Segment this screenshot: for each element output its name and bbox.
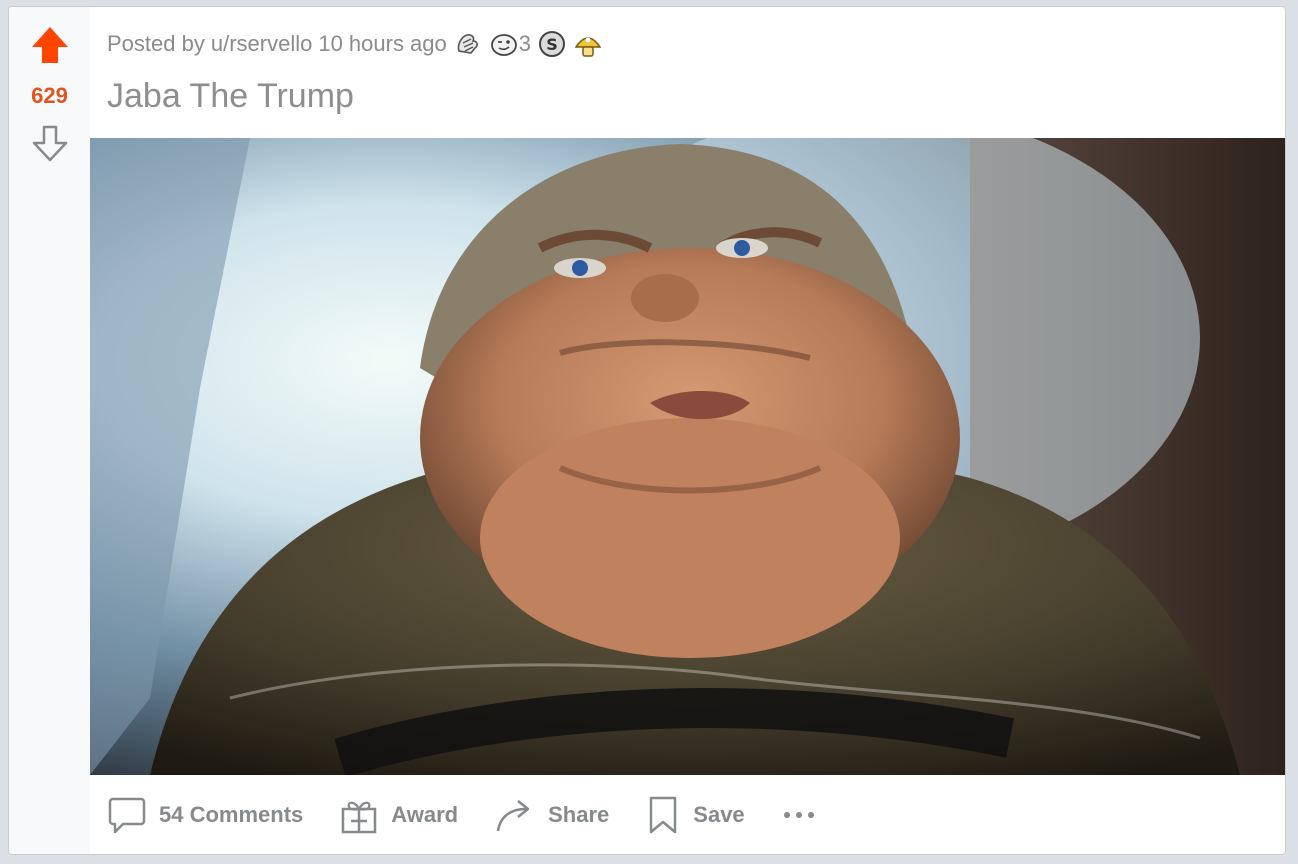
silver-s-award-icon[interactable]: S (537, 29, 567, 59)
vote-score: 629 (31, 83, 68, 108)
gift-icon (342, 801, 377, 834)
post-card[interactable]: 629 Posted by u/rservello 10 hours ago 3… (8, 6, 1286, 855)
post-time: 10 hours ago (318, 31, 447, 56)
vote-column: 629 (9, 7, 90, 854)
bookmark-icon (650, 796, 677, 834)
comments-label: 54 Comments (159, 802, 304, 827)
share-label: Share (548, 802, 610, 827)
award-label: Award (391, 802, 459, 827)
post-actions: 54 Comments Award Share Save (107, 790, 817, 840)
award-count: 3 (518, 31, 532, 56)
post-meta: Posted by u/rservello 10 hours ago 3 S (107, 27, 603, 61)
more-dots-icon (783, 812, 814, 818)
wink-award-icon[interactable] (489, 29, 519, 59)
gold-mushroom-award-icon[interactable] (573, 29, 603, 59)
hands-award-icon[interactable] (453, 29, 483, 59)
jabba-trump-image (90, 138, 1285, 775)
save-button[interactable]: Save (645, 795, 745, 835)
save-label: Save (693, 802, 745, 827)
author-link[interactable]: u/rservello (211, 31, 312, 57)
comments-button[interactable]: 54 Comments (107, 795, 303, 835)
more-options-button[interactable] (781, 805, 817, 825)
comment-bubble-icon (108, 797, 146, 834)
posted-by-label: Posted by (107, 31, 205, 56)
downvote-arrow-icon[interactable] (30, 123, 70, 163)
award-button[interactable]: Award (339, 795, 458, 835)
post-image[interactable] (90, 138, 1285, 775)
upvote-arrow-icon[interactable] (30, 25, 70, 65)
share-button[interactable]: Share (494, 795, 609, 835)
post-title[interactable]: Jaba The Trump (107, 77, 354, 116)
svg-text:S: S (546, 35, 558, 54)
share-arrow-icon (496, 800, 530, 832)
